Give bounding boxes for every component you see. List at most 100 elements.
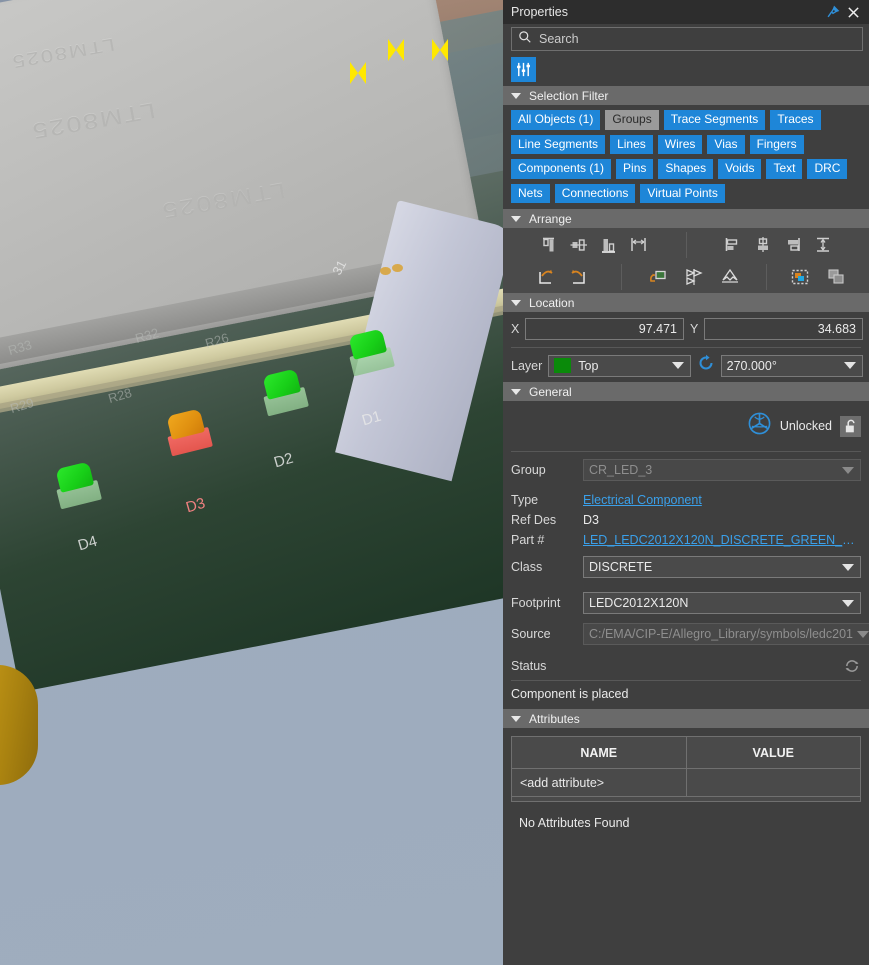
chip-shapes[interactable]: Shapes <box>658 159 714 179</box>
chevron-down-icon <box>511 215 521 222</box>
search-placeholder: Search <box>539 32 579 46</box>
chip-wires[interactable]: Wires <box>657 134 703 155</box>
align-center-horizontal-icon[interactable] <box>748 232 778 258</box>
footprint-label: Footprint <box>511 596 561 611</box>
align-middle-vertical-icon[interactable] <box>564 232 594 258</box>
bowtie-marker-icon <box>432 39 448 61</box>
chip-fingers[interactable]: Fingers <box>749 134 804 155</box>
filter-toolbar-row <box>503 54 869 86</box>
rotation-value: 270.000° <box>726 358 777 373</box>
source-label: Source <box>511 627 551 642</box>
source-row: Source C:/EMA/CIP-E/Allegro_Library/symb… <box>503 617 869 648</box>
source-value: C:/EMA/CIP-E/Allegro_Library/symbols/led… <box>589 627 853 642</box>
chip-trace-segments[interactable]: Trace Segments <box>663 110 766 130</box>
search-input[interactable]: Search <box>511 27 863 51</box>
arrange-align-group-2 <box>687 228 869 261</box>
lock-state-label: Unlocked <box>779 419 832 434</box>
add-attribute-value-cell[interactable] <box>685 768 861 798</box>
x-label: X <box>511 322 520 337</box>
pcb-3d-viewport[interactable]: LTM8025 LTM8025 LTM8025 D1 D2 D3 D4 R33 … <box>0 0 503 965</box>
group-label: Group <box>511 463 546 478</box>
column-header-name[interactable]: NAME <box>511 736 687 770</box>
close-icon[interactable] <box>843 2 863 22</box>
chip-text[interactable]: Text <box>766 159 803 179</box>
layer-value: Top <box>578 358 599 373</box>
layer-select[interactable]: Top <box>548 354 691 377</box>
panel-filler <box>503 844 869 965</box>
partnum-link[interactable]: LED_LEDC2012X120N_DISCRETE_GREEN_EMA-000… <box>583 533 861 547</box>
flip-horizontal-icon[interactable] <box>679 264 709 290</box>
arrange-select-group <box>767 261 869 293</box>
section-title: Arrange <box>529 211 572 226</box>
class-label: Class <box>511 560 543 575</box>
type-link[interactable]: Electrical Component <box>583 493 702 507</box>
align-left-icon[interactable] <box>718 232 748 258</box>
rotate-icon[interactable] <box>697 354 715 377</box>
chip-components[interactable]: Components (1) <box>511 159 612 179</box>
chip-all-objects[interactable]: All Objects (1) <box>511 110 601 130</box>
footprint-select[interactable]: LEDC2012X120N <box>583 592 861 615</box>
solder-pad <box>380 267 391 275</box>
section-header-selection-filter[interactable]: Selection Filter <box>503 86 869 105</box>
chip-connections[interactable]: Connections <box>554 183 636 204</box>
rotate-counterclockwise-icon[interactable] <box>562 264 592 290</box>
mirror-component-icon[interactable] <box>643 264 673 290</box>
x-input[interactable]: 97.471 <box>525 318 684 341</box>
chip-pins[interactable]: Pins <box>616 159 654 179</box>
pin-icon[interactable] <box>823 2 843 22</box>
chevron-down-icon <box>842 466 854 474</box>
section-header-general[interactable]: General <box>503 382 869 402</box>
column-header-value[interactable]: VALUE <box>685 736 861 770</box>
select-region-icon[interactable] <box>785 264 815 290</box>
y-input[interactable]: 34.683 <box>704 318 863 341</box>
source-select[interactable]: C:/EMA/CIP-E/Allegro_Library/symbols/led… <box>583 623 869 646</box>
solder-pad <box>392 264 403 272</box>
chevron-down-icon <box>842 563 854 571</box>
lock-state-row: Unlocked <box>503 401 869 449</box>
arrange-align-group-1 <box>503 228 686 261</box>
type-label: Type <box>511 493 539 508</box>
type-row: Type Electrical Component <box>503 484 869 510</box>
properties-panel: Properties Search Selection Filter All O… <box>503 0 869 965</box>
chip-voids[interactable]: Voids <box>718 159 762 179</box>
section-header-location[interactable]: Location <box>503 293 869 313</box>
search-row: Search <box>503 24 869 54</box>
chevron-down-icon <box>511 388 521 395</box>
align-top-icon[interactable] <box>534 232 564 258</box>
group-objects-icon[interactable] <box>821 264 851 290</box>
class-select[interactable]: DISCRETE <box>583 556 861 579</box>
arrange-rotate-group <box>503 261 621 293</box>
align-right-icon[interactable] <box>778 232 808 258</box>
chip-lines[interactable]: Lines <box>610 134 653 155</box>
align-bottom-icon[interactable] <box>594 232 624 258</box>
sliders-filter-icon[interactable] <box>511 57 536 82</box>
table-row[interactable]: <add attribute> <box>511 768 861 798</box>
refdes-label: Ref Des <box>511 513 557 528</box>
location-xy-row: X 97.471 Y 34.683 <box>503 312 869 345</box>
rotate-clockwise-icon[interactable] <box>532 264 562 290</box>
section-header-arrange[interactable]: Arrange <box>503 209 869 229</box>
group-select[interactable]: CR_LED_3 <box>583 459 861 482</box>
chip-virtual-points[interactable]: Virtual Points <box>640 183 725 204</box>
add-attribute-cell[interactable]: <add attribute> <box>511 768 687 798</box>
chip-groups[interactable]: Groups <box>605 110 659 130</box>
attributes-table: NAME VALUE <add attribute> <box>511 736 861 798</box>
partnum-row: Part # LED_LEDC2012X120N_DISCRETE_GREEN_… <box>503 530 869 550</box>
distribute-vertical-icon[interactable] <box>808 232 838 258</box>
chip-drc[interactable]: DRC <box>807 159 848 179</box>
chip-nets[interactable]: Nets <box>511 183 550 204</box>
section-header-attributes[interactable]: Attributes <box>503 709 869 729</box>
flip-vertical-icon[interactable] <box>715 264 745 290</box>
rotation-select[interactable]: 270.000° <box>720 354 863 377</box>
arrange-toolbar-row-1 <box>503 228 869 262</box>
refresh-icon[interactable] <box>843 657 861 675</box>
distribute-horizontal-icon[interactable] <box>624 232 654 258</box>
location-layer-row: Layer Top 270.000° <box>503 348 869 382</box>
table-header-row: NAME VALUE <box>511 736 861 770</box>
net-globe-icon[interactable] <box>747 411 772 441</box>
chip-vias[interactable]: Vias <box>707 134 745 155</box>
chip-line-segments[interactable]: Line Segments <box>511 134 606 155</box>
chip-traces[interactable]: Traces <box>770 110 821 130</box>
layer-label: Layer <box>511 358 543 373</box>
unlocked-padlock-icon[interactable] <box>840 415 861 437</box>
